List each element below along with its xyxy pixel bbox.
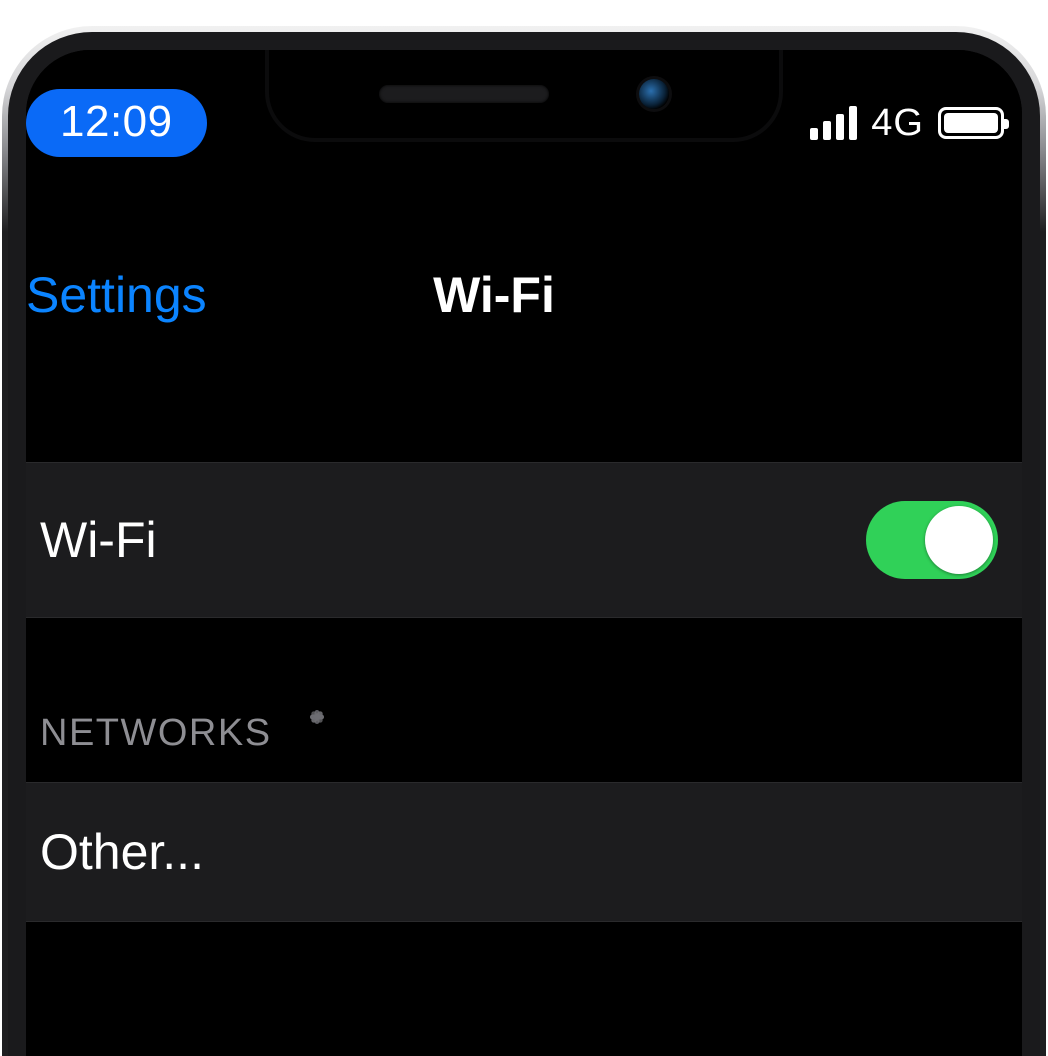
phone-frame-inner: 12:09 4G Settings Wi-Fi Wi [8,32,1040,1056]
front-camera-icon [639,79,669,109]
device-notch [269,50,779,138]
networks-header-label: NETWORKS [40,712,272,755]
phone-frame-outer: 12:09 4G Settings Wi-Fi Wi [2,26,1046,1056]
battery-icon [938,107,1004,139]
back-button[interactable]: Settings [26,266,207,324]
wifi-toggle-row[interactable]: Wi-Fi [26,462,1022,618]
screen: 12:09 4G Settings Wi-Fi Wi [26,50,1022,1056]
networks-section-header: NETWORKS [40,710,340,756]
status-time-pill[interactable]: 12:09 [26,89,207,157]
speaker-grille-icon [379,85,549,103]
wifi-toggle-switch[interactable] [866,501,998,579]
network-type-label: 4G [871,102,924,145]
cellular-signal-icon [810,106,857,140]
other-network-row[interactable]: Other... [26,782,1022,922]
page-title: Wi-Fi [433,266,555,324]
loading-spinner-icon [294,710,340,756]
wifi-toggle-label: Wi-Fi [40,511,157,569]
status-right-cluster: 4G [810,102,1004,145]
other-network-label: Other... [40,823,204,881]
nav-header: Settings Wi-Fi [26,240,1022,350]
